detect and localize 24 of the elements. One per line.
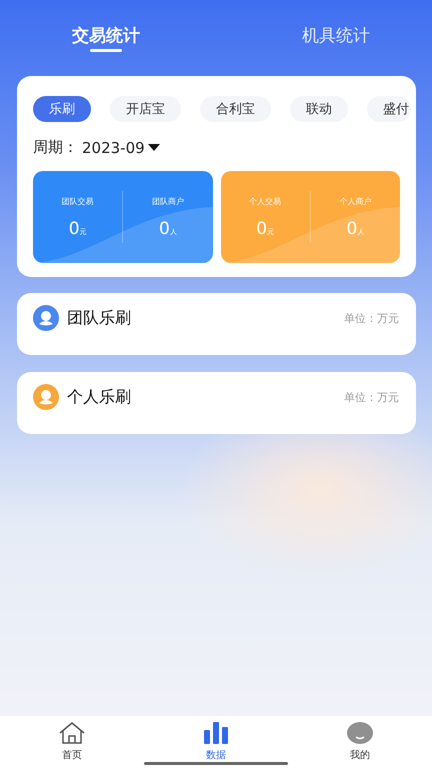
period-label: 周期： [33,138,78,157]
filter-chip[interactable]: 合利宝 [200,96,271,122]
nav-item[interactable]: 首页 [32,716,112,768]
filter-chip[interactable]: 联动 [290,96,348,122]
bar-chart-icon [204,722,228,744]
filter-chip[interactable]: 开店宝 [110,96,181,122]
filter-chip[interactable]: 盛付 [367,96,411,122]
home-icon [58,722,86,744]
stat-label: 团队交易 [62,196,94,206]
period-dropdown[interactable]: 2023-09 [78,138,160,156]
top-tab[interactable]: 机具统计 [270,0,402,52]
caret-icon [148,144,160,151]
avatar-icon [347,722,373,744]
unit-label: 单位：万元 [344,390,399,404]
filter-chip[interactable]: 乐刷 [33,96,91,122]
section-title: 团队乐刷 [67,308,132,328]
stat-label: 个人商户 [339,196,372,206]
nav-item[interactable]: 数据 [176,716,256,768]
stat-label: 团队商户 [152,196,184,206]
unit-label: 单位：万元 [344,310,399,326]
stat-label: 个人交易 [249,196,282,206]
nav-item[interactable]: 我的 [320,716,400,768]
section-title: 个人乐刷 [67,386,132,408]
top-tab[interactable]: 交易统计 [40,0,172,52]
